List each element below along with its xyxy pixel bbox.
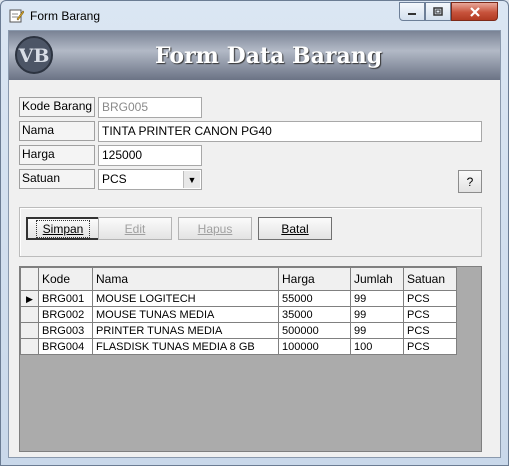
row-selector[interactable] xyxy=(20,306,39,323)
hapus-button[interactable]: Hapus xyxy=(178,217,252,240)
vb-logo-icon: VB xyxy=(15,36,53,74)
current-row-pointer-icon: ▶ xyxy=(26,293,33,304)
cell-jumlah[interactable]: 99 xyxy=(350,290,404,307)
hapus-label: Hapus xyxy=(197,221,233,236)
cell-harga[interactable]: 55000 xyxy=(278,290,351,307)
kode-barang-label: Kode Barang xyxy=(19,97,95,117)
form-barang-window: Form Barang VB Form Data Barang Kode Bar… xyxy=(0,0,509,466)
nama-field[interactable]: TINTA PRINTER CANON PG40 xyxy=(98,121,482,142)
cell-nama[interactable]: MOUSE TUNAS MEDIA xyxy=(92,306,279,323)
column-header-satuan[interactable]: Satuan xyxy=(403,267,457,291)
maximize-icon xyxy=(426,3,450,20)
simpan-label: Simpan xyxy=(42,221,84,236)
table-row[interactable]: BRG002 MOUSE TUNAS MEDIA 35000 99 PCS xyxy=(20,306,457,323)
cell-satuan[interactable]: PCS xyxy=(403,306,457,323)
column-header-nama[interactable]: Nama xyxy=(92,267,279,291)
batal-button[interactable]: Batal xyxy=(258,217,332,240)
cell-harga[interactable]: 500000 xyxy=(278,322,351,339)
simpan-button[interactable]: Simpan xyxy=(26,217,100,240)
table-row[interactable]: ▶ BRG001 MOUSE LOGITECH 55000 99 PCS xyxy=(20,290,457,307)
cell-kode[interactable]: BRG002 xyxy=(38,306,93,323)
cell-nama[interactable]: FLASDISK TUNAS MEDIA 8 GB xyxy=(92,338,279,355)
cell-satuan[interactable]: PCS xyxy=(403,338,457,355)
cell-jumlah[interactable]: 99 xyxy=(350,322,404,339)
cell-satuan[interactable]: PCS xyxy=(403,290,457,307)
edit-label: Edit xyxy=(124,221,146,236)
chevron-down-icon[interactable]: ▼ xyxy=(183,171,200,188)
help-button[interactable]: ? xyxy=(458,170,482,193)
cell-kode[interactable]: BRG001 xyxy=(38,290,93,307)
row-selector[interactable] xyxy=(20,338,39,355)
column-header-kode[interactable]: Kode xyxy=(38,267,93,291)
close-icon xyxy=(452,3,497,20)
table-row[interactable]: BRG003 PRINTER TUNAS MEDIA 500000 99 PCS xyxy=(20,322,457,339)
form-client-area: VB Form Data Barang Kode Barang BRG005 N… xyxy=(8,30,501,458)
cell-nama[interactable]: PRINTER TUNAS MEDIA xyxy=(92,322,279,339)
cell-jumlah[interactable]: 99 xyxy=(350,306,404,323)
window-title: Form Barang xyxy=(30,9,101,23)
column-header-harga[interactable]: Harga xyxy=(278,267,351,291)
row-selector[interactable]: ▶ xyxy=(20,290,39,307)
batal-label: Batal xyxy=(281,221,309,236)
satuan-label: Satuan xyxy=(19,169,95,189)
satuan-combobox[interactable]: PCS ▼ xyxy=(98,169,202,190)
cell-harga[interactable]: 100000 xyxy=(278,338,351,355)
close-button[interactable] xyxy=(451,2,498,21)
nama-label: Nama xyxy=(19,121,95,141)
barang-data-grid[interactable]: Kode Nama Harga Jumlah Satuan ▶ BRG001 M… xyxy=(19,266,482,452)
harga-label: Harga xyxy=(19,145,95,165)
title-bar[interactable]: Form Barang xyxy=(1,1,508,31)
cell-harga[interactable]: 35000 xyxy=(278,306,351,323)
table-row[interactable]: BRG004 FLASDISK TUNAS MEDIA 8 GB 100000 … xyxy=(20,338,457,355)
grid-table: Kode Nama Harga Jumlah Satuan ▶ BRG001 M… xyxy=(20,267,457,355)
minimize-icon xyxy=(400,3,424,20)
column-header-jumlah[interactable]: Jumlah xyxy=(350,267,404,291)
row-selector[interactable] xyxy=(20,322,39,339)
form-app-icon xyxy=(9,9,24,23)
cell-nama[interactable]: MOUSE LOGITECH xyxy=(92,290,279,307)
edit-button[interactable]: Edit xyxy=(98,217,172,240)
cell-satuan[interactable]: PCS xyxy=(403,322,457,339)
maximize-button[interactable] xyxy=(425,2,451,21)
kode-barang-field[interactable]: BRG005 xyxy=(98,97,202,118)
satuan-selected-value: PCS xyxy=(102,172,127,186)
minimize-button[interactable] xyxy=(399,2,425,21)
grid-header-row: Kode Nama Harga Jumlah Satuan xyxy=(20,267,457,291)
header-banner: VB Form Data Barang xyxy=(9,31,500,80)
cell-kode[interactable]: BRG003 xyxy=(38,322,93,339)
cell-kode[interactable]: BRG004 xyxy=(38,338,93,355)
svg-text:VB: VB xyxy=(18,45,50,67)
row-selector-header[interactable] xyxy=(20,267,39,291)
banner-title: Form Data Barang xyxy=(155,43,383,69)
cell-jumlah[interactable]: 100 xyxy=(350,338,404,355)
harga-field[interactable]: 125000 xyxy=(98,145,202,166)
